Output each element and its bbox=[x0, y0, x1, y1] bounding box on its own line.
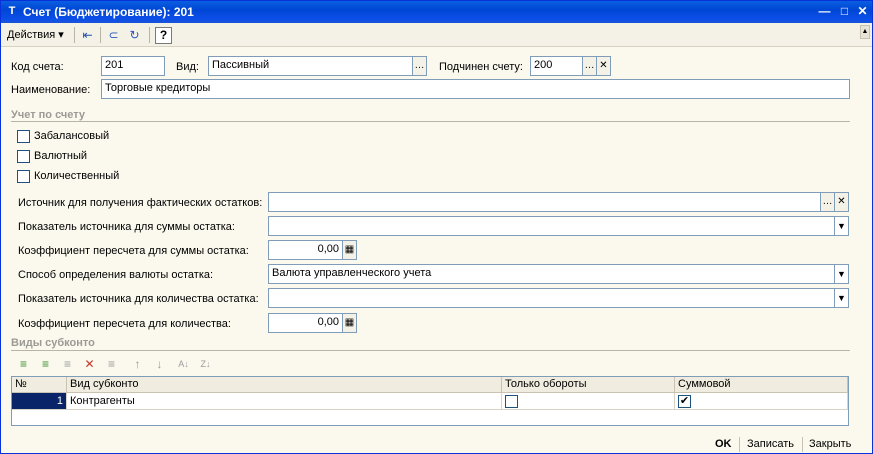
minimize-icon[interactable]: — bbox=[816, 4, 833, 19]
add-row-icon[interactable]: ≡ bbox=[15, 356, 32, 373]
source-sum-label: Показатель источника для суммы остатка: bbox=[18, 221, 235, 233]
scroll-up-icon[interactable]: ▲ bbox=[860, 25, 870, 39]
parent-select-button[interactable]: … bbox=[583, 56, 597, 76]
source-actual-clear-icon[interactable]: ✕ bbox=[835, 192, 849, 212]
sort-descending-icon[interactable]: Z↓ bbox=[197, 356, 214, 373]
name-field[interactable]: Торговые кредиторы bbox=[101, 79, 850, 99]
close-icon[interactable]: ✕ bbox=[854, 4, 871, 19]
source-actual-label: Источник для получения фактических остат… bbox=[18, 197, 263, 209]
window-title: Счет (Бюджетирование): 201 bbox=[23, 5, 194, 19]
code-label: Код счета: bbox=[11, 61, 64, 73]
sort-ascending-icon[interactable]: A↓ bbox=[175, 356, 192, 373]
toolbar-separator bbox=[149, 27, 150, 43]
section-divider bbox=[11, 350, 850, 351]
copy-row-icon[interactable]: ≡ bbox=[59, 356, 76, 373]
currency-checkbox[interactable] bbox=[17, 150, 30, 163]
currency-method-label: Способ определения валюты остатка: bbox=[18, 269, 214, 281]
name-label: Наименование: bbox=[11, 84, 91, 96]
sum-checkbox[interactable]: ✔ bbox=[678, 395, 691, 408]
actions-menu-label: Действия bbox=[7, 29, 56, 41]
delete-row-icon[interactable]: ✕ bbox=[81, 356, 98, 373]
kind-select-button[interactable]: … bbox=[413, 56, 427, 76]
end-edit-icon[interactable]: ≡ bbox=[103, 356, 120, 373]
turnover-only-checkbox[interactable] bbox=[505, 395, 518, 408]
subconto-section-title: Виды субконто bbox=[11, 337, 95, 349]
save-button[interactable]: Записать bbox=[747, 438, 794, 450]
help-icon[interactable]: ? bbox=[155, 27, 172, 44]
qty-coefficient-label: Коэффициент пересчета для количества: bbox=[18, 318, 231, 330]
refresh-icon[interactable]: ↻ bbox=[126, 27, 143, 44]
toolbar-separator bbox=[74, 27, 75, 43]
move-down-icon[interactable]: ↓ bbox=[151, 356, 168, 373]
accounting-section-title: Учет по счету bbox=[11, 109, 86, 121]
add-child-row-icon[interactable]: ≡ bbox=[37, 356, 54, 373]
back-arrow-icon[interactable]: ⇤ bbox=[79, 27, 96, 44]
source-actual-select-button[interactable]: … bbox=[821, 192, 835, 212]
row-sum-cell[interactable]: ✔ bbox=[675, 393, 848, 410]
calculator-icon[interactable]: ▦ bbox=[343, 313, 357, 333]
source-sum-select[interactable] bbox=[268, 216, 835, 236]
actions-menu[interactable]: Действия ▾ bbox=[7, 28, 64, 41]
offbalance-checkbox[interactable] bbox=[17, 130, 30, 143]
parent-label: Подчинен счету: bbox=[439, 61, 523, 73]
calculator-icon[interactable]: ▦ bbox=[343, 240, 357, 260]
column-header-sum[interactable]: Суммовой bbox=[675, 377, 848, 393]
source-actual-field[interactable] bbox=[268, 192, 821, 212]
code-field[interactable]: 201 bbox=[101, 56, 165, 76]
footer-bar: OK Записать Закрыть bbox=[1, 434, 872, 454]
parent-clear-icon[interactable]: ✕ bbox=[597, 56, 611, 76]
close-button[interactable]: Закрыть bbox=[809, 438, 851, 450]
column-header-number[interactable]: № bbox=[12, 377, 67, 393]
sum-coefficient-label: Коэффициент пересчета для суммы остатка: bbox=[18, 245, 249, 257]
chevron-down-icon[interactable]: ▼ bbox=[835, 288, 849, 308]
toolbar-separator bbox=[100, 27, 101, 43]
footer-separator bbox=[739, 437, 740, 452]
quantity-label: Количественный bbox=[34, 170, 120, 182]
structure-icon[interactable]: ⊂ bbox=[105, 27, 122, 44]
ok-button[interactable]: OK bbox=[715, 438, 732, 450]
chevron-down-icon: ▾ bbox=[58, 29, 64, 41]
column-header-turnover[interactable]: Только обороты bbox=[502, 377, 675, 393]
currency-method-select[interactable]: Валюта управленческого учета bbox=[268, 264, 835, 284]
footer-separator bbox=[802, 437, 803, 452]
row-turnover-cell[interactable] bbox=[502, 393, 675, 410]
offbalance-label: Забалансовый bbox=[34, 130, 110, 142]
quantity-checkbox[interactable] bbox=[17, 170, 30, 183]
app-icon: Т bbox=[8, 5, 16, 17]
qty-coefficient-field[interactable]: 0,00 bbox=[268, 313, 343, 333]
source-qty-select[interactable] bbox=[268, 288, 835, 308]
maximize-icon[interactable]: □ bbox=[836, 4, 853, 19]
kind-field[interactable]: Пассивный bbox=[208, 56, 413, 76]
toolbar: Действия ▾ ⇤ ⊂ ↻ ? bbox=[1, 23, 872, 47]
chevron-down-icon[interactable]: ▼ bbox=[835, 264, 849, 284]
kind-label: Вид: bbox=[176, 61, 199, 73]
subconto-toolbar: ≡ ≡ ≡ ✕ ≡ ↑ ↓ A↓ Z↓ bbox=[15, 356, 235, 374]
chevron-down-icon[interactable]: ▼ bbox=[835, 216, 849, 236]
parent-field[interactable]: 200 bbox=[530, 56, 583, 76]
sum-coefficient-field[interactable]: 0,00 bbox=[268, 240, 343, 260]
subconto-table[interactable]: № Вид субконто Только обороты Суммовой 1… bbox=[11, 376, 849, 426]
move-up-icon[interactable]: ↑ bbox=[129, 356, 146, 373]
section-divider bbox=[11, 121, 850, 122]
row-number-cell[interactable]: 1 bbox=[12, 393, 67, 410]
source-qty-label: Показатель источника для количества оста… bbox=[18, 293, 259, 305]
row-kind-cell[interactable]: Контрагенты bbox=[67, 393, 502, 410]
account-window: Т Счет (Бюджетирование): 201 — □ ✕ Дейст… bbox=[0, 0, 873, 454]
column-header-kind[interactable]: Вид субконто bbox=[67, 377, 502, 393]
title-bar[interactable]: Т Счет (Бюджетирование): 201 — □ ✕ bbox=[1, 1, 872, 23]
currency-label: Валютный bbox=[34, 150, 88, 162]
